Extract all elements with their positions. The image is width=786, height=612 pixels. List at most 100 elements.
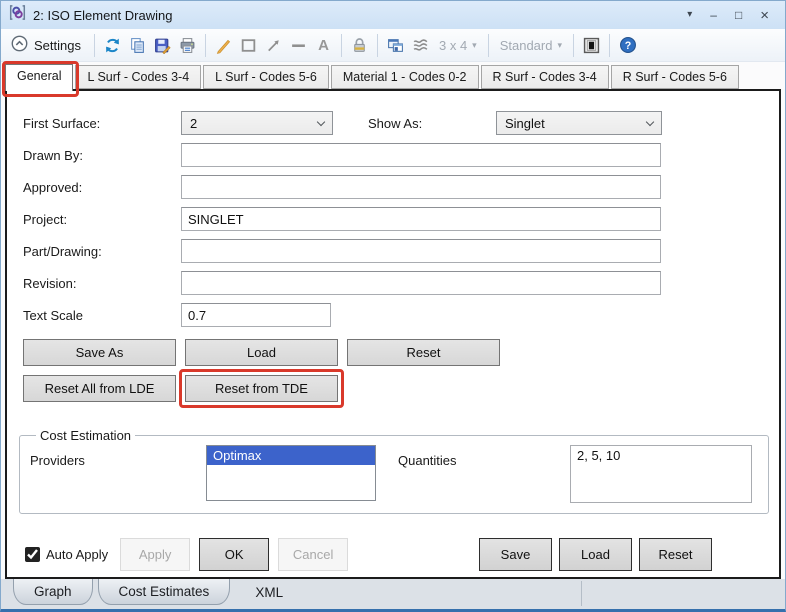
first-surface-row: First Surface: 2 Show As: Singlet [23,111,763,135]
print-button[interactable] [175,33,200,58]
layers-button[interactable] [408,33,433,58]
providers-label: Providers [30,453,85,468]
first-surface-combo[interactable]: 2 [181,111,333,135]
tab-r-surf-codes-5-6[interactable]: R Surf - Codes 5-6 [610,65,739,89]
text-scale-label: Text Scale [23,307,83,323]
rectangle-tool-button[interactable] [236,33,261,58]
window-controls: ▾ – □ × [687,8,777,23]
reset-buttons-row: Reset All from LDE Reset from TDE [23,369,763,408]
approved-input[interactable] [181,175,661,199]
minimize-button[interactable]: – [710,9,717,21]
app-icon [9,4,26,26]
tab-material-1-codes-0-2[interactable]: Material 1 - Codes 0-2 [330,65,479,89]
save-as-button[interactable]: Save As [23,339,176,366]
quantities-textarea[interactable]: 2, 5, 10 [570,445,752,503]
titlebar: 2: ISO Element Drawing ▾ – □ × [1,1,785,29]
cancel-button: Cancel [278,538,349,571]
chevron-down-icon: ▾ [472,39,477,50]
part-drawing-label: Part/Drawing: [23,243,102,259]
pencil-tool-button[interactable] [211,33,236,58]
settings-label: Settings [34,37,81,53]
chevron-down-icon: ▾ [557,39,562,50]
cost-estimation-group: Cost Estimation Providers Optimax Quanti… [19,428,769,514]
line-icon [290,37,307,54]
reset-button[interactable]: Reset [347,339,500,366]
close-button[interactable]: × [760,8,769,23]
provider-item-optimax[interactable]: Optimax [207,446,375,465]
content-panel: First Surface: 2 Show As: Singlet Drawn … [5,89,781,579]
save-icon [154,37,171,54]
tab-l-surf-codes-3-4[interactable]: L Surf - Codes 3-4 [75,65,202,89]
save-button[interactable] [150,33,175,58]
text-icon: A [318,36,329,54]
standard-dropdown: Standard ▾ [494,38,568,53]
maximize-button[interactable]: □ [735,9,742,21]
reset-from-tde-button[interactable]: Reset from TDE [185,375,338,402]
revision-input[interactable] [181,271,661,295]
refresh-button[interactable] [100,33,125,58]
chevron-down-icon [645,117,655,127]
toolbar-separator [573,33,574,57]
lock-button[interactable] [347,33,372,58]
lock-icon [351,37,368,54]
app-window: 2: ISO Element Drawing ▾ – □ × Settings [0,0,786,612]
auto-apply-checkbox[interactable] [25,547,40,562]
footer-right-buttons: Save Load Reset [479,538,719,571]
arrow-tool-button[interactable] [261,33,286,58]
toolbar-separator [609,33,610,57]
project-row: Project: [23,207,763,231]
invert-display-button[interactable] [579,33,604,58]
approved-label: Approved: [23,179,83,195]
drawn-by-label: Drawn By: [23,147,83,163]
part-drawing-input[interactable] [181,239,661,263]
bottom-tab-graph[interactable]: Graph [13,579,93,605]
show-as-value: Singlet [505,115,545,131]
approved-row: Approved: [23,175,763,199]
apply-button: Apply [120,538,191,571]
load-settings-button[interactable]: Load [559,538,632,571]
cascade-windows-button[interactable] [383,33,408,58]
tab-general[interactable]: General [5,64,74,91]
text-scale-input[interactable] [181,303,331,327]
toolbar-separator [204,33,206,57]
help-button[interactable]: ? [615,33,640,58]
settings-chevron-icon [11,35,28,55]
line-tool-button[interactable] [286,33,311,58]
chevron-down-icon [316,117,326,127]
ok-button[interactable]: OK [199,538,270,571]
drawn-by-input[interactable] [181,143,661,167]
tab-l-surf-codes-5-6[interactable]: L Surf - Codes 5-6 [203,65,329,89]
grid-size-label: 3 x 4 [438,37,468,53]
cost-estimation-row: Providers Optimax Quantities 2, 5, 10 [30,445,758,503]
toolbar: Settings A 3 x 4 ▾ Standard ▾ ? [1,29,785,62]
project-input[interactable] [181,207,661,231]
arrow-icon [265,37,282,54]
refresh-icon [104,37,121,54]
footer-actions: Auto Apply Apply OK Cancel Save Load Res… [23,538,763,571]
reset-all-from-lde-button[interactable]: Reset All from LDE [23,375,176,402]
bottom-tab-xml[interactable]: XML [235,579,303,605]
show-as-combo[interactable]: Singlet [496,111,662,135]
layers-icon [412,37,429,54]
save-settings-button[interactable]: Save [479,538,552,571]
tab-r-surf-codes-3-4[interactable]: R Surf - Codes 3-4 [480,65,609,89]
tabstrip: General L Surf - Codes 3-4 L Surf - Code… [1,61,785,97]
window-menu-button[interactable]: ▾ [687,10,692,20]
settings-button[interactable]: Settings [7,32,89,58]
toolbar-separator [376,33,378,57]
text-tool-button[interactable]: A [311,33,336,58]
part-drawing-row: Part/Drawing: [23,239,763,263]
bottom-tab-cost-estimates[interactable]: Cost Estimates [97,579,231,605]
load-button[interactable]: Load [185,339,338,366]
reset-settings-button[interactable]: Reset [639,538,712,571]
copy-icon [129,37,146,54]
invert-display-icon [583,37,600,54]
providers-listbox[interactable]: Optimax [206,445,376,501]
svg-text:?: ? [624,40,631,52]
cascade-windows-icon [387,37,404,54]
window-title: 2: ISO Element Drawing [33,7,173,23]
settings-buttons-row: Save As Load Reset [23,339,763,366]
first-surface-value: 2 [190,115,198,131]
copy-button[interactable] [125,33,150,58]
rectangle-icon [240,37,257,54]
